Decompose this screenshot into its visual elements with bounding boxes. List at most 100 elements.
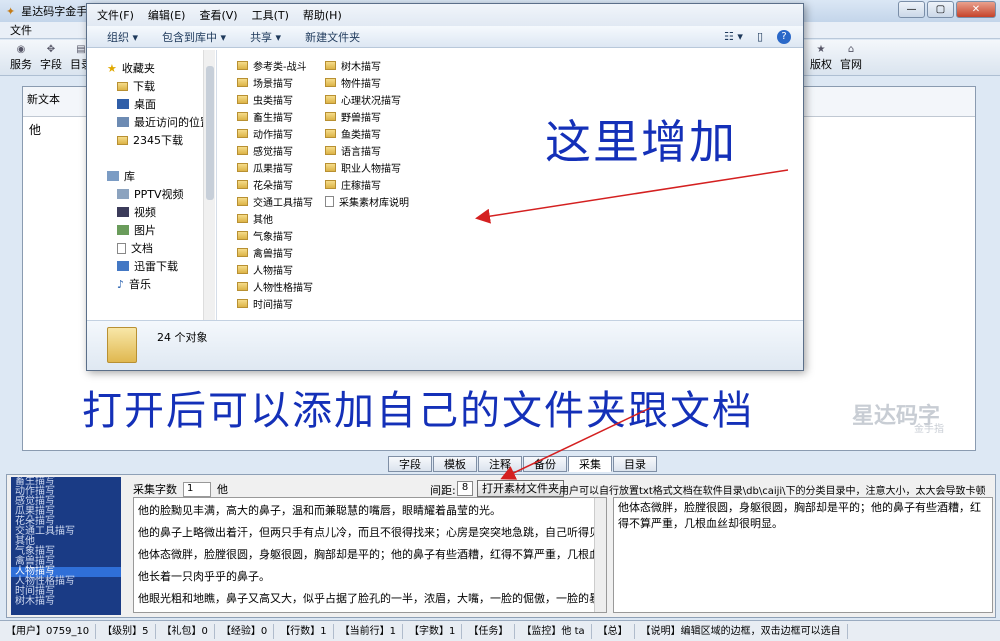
tab-collect[interactable]: 采集 (568, 456, 612, 472)
tab-field[interactable]: 字段 (388, 456, 432, 472)
toolbar-copyright-button[interactable]: ★ 版权 (810, 44, 832, 72)
nav-2345[interactable]: 2345下载 (117, 132, 183, 148)
open-material-folder-button[interactable]: 打开素材文件夹 (477, 480, 564, 497)
collect-hint: 用户可以自行放置txt格式文档在软件目录\db\caiji\下的分类目录中，注意… (559, 486, 986, 497)
picture-icon (117, 225, 129, 235)
file-item[interactable]: 感觉描写 (237, 143, 293, 158)
file-item[interactable]: 畜生描写 (237, 109, 293, 124)
status-lines: 【行数】1 (274, 623, 334, 639)
count-label: 采集字数 (133, 483, 177, 496)
nav-documents[interactable]: 文档 (117, 240, 153, 256)
navigation-pane: ★ 收藏夹 下载 桌面 最近访问的位置 2345下载 库 PPTV视频 视频 图片… (87, 50, 217, 320)
file-item[interactable]: 动作描写 (237, 126, 293, 141)
collect-preview-text[interactable]: 他体态微胖，脸膛很圆，身躯很圆，胸部却是平的；他的鼻子有些酒糟，红得不算严重，几… (613, 497, 993, 613)
collect-options: 采集字数 1 他 (133, 481, 228, 497)
status-current-line: 【当前行】1 (334, 623, 404, 639)
explorer-menubar: 文件(F) 编辑(E) 查看(V) 工具(T) 帮助(H) (87, 4, 803, 26)
file-item[interactable]: 时间描写 (237, 296, 293, 311)
file-item[interactable]: 语言描写 (325, 143, 381, 158)
status-level: 【级别】5 (96, 623, 156, 639)
folder-icon (237, 95, 248, 104)
star-icon: ★ (816, 44, 826, 55)
view-options-icon[interactable]: ☷ ▾ (724, 30, 743, 44)
nav-pptv[interactable]: PPTV视频 (117, 186, 184, 202)
file-item[interactable]: 庄稼描写 (325, 177, 381, 192)
file-item[interactable]: 鱼类描写 (325, 126, 381, 141)
file-item[interactable]: 树木描写 (325, 58, 381, 73)
toolbar-website-button[interactable]: ⌂ 官网 (840, 44, 862, 72)
explorer-window: 文件(F) 编辑(E) 查看(V) 工具(T) 帮助(H) 组织 ▾ 包含到库中… (86, 3, 804, 371)
explorer-menu-tools[interactable]: 工具(T) (252, 7, 289, 23)
rss-icon: ◉ (16, 44, 26, 55)
file-item[interactable]: 花朵描写 (237, 177, 293, 192)
file-item[interactable]: 野兽描写 (325, 109, 381, 124)
file-item[interactable]: 虫类描写 (237, 92, 293, 107)
file-item[interactable]: 气象描写 (237, 228, 293, 243)
nav-scrollbar[interactable] (203, 50, 215, 320)
file-item[interactable]: 人物描写 (237, 262, 293, 277)
file-item[interactable]: 职业人物描写 (325, 160, 401, 175)
status-chars: 【字数】1 (403, 623, 463, 639)
file-item[interactable]: 物件描写 (325, 75, 381, 90)
file-item[interactable]: 瓜果描写 (237, 160, 293, 175)
tab-backup[interactable]: 备份 (523, 456, 567, 472)
category-list[interactable]: 畜生描写 动作描写 感觉描写 瓜果描写 花朵描写 交通工具描写 其他 气象描写 … (11, 477, 121, 615)
tab-template[interactable]: 模板 (433, 456, 477, 472)
file-item[interactable]: 禽兽描写 (237, 245, 293, 260)
file-item[interactable]: 人物性格描写 (237, 279, 313, 294)
toolbar-field-button[interactable]: ✥ 字段 (40, 44, 62, 72)
file-item[interactable]: 交通工具描写 (237, 194, 313, 209)
nav-pictures[interactable]: 图片 (117, 222, 156, 238)
collect-panel: 畜生描写 动作描写 感觉描写 瓜果描写 花朵描写 交通工具描写 其他 气象描写 … (6, 474, 996, 618)
new-folder-button[interactable]: 新建文件夹 (305, 29, 360, 45)
nav-recent[interactable]: 最近访问的位置 (117, 114, 211, 130)
menu-file[interactable]: 文件 (10, 24, 32, 37)
nav-thunder[interactable]: 迅雷下载 (117, 258, 178, 274)
status-user: 【用户】0759_10 (0, 623, 97, 639)
object-count: 24 个对象 (157, 331, 208, 344)
explorer-menu-help[interactable]: 帮助(H) (303, 7, 342, 23)
gap-input[interactable]: 8 (457, 481, 473, 496)
explorer-menu-edit[interactable]: 编辑(E) (148, 7, 186, 23)
minimize-button[interactable]: — (898, 1, 925, 18)
share-button[interactable]: 共享 ▾ (250, 29, 281, 45)
folder-icon (237, 282, 248, 291)
bottom-tabbar: 字段 模板 注释 备份 采集 目录 (388, 456, 658, 472)
source-scrollbar[interactable] (594, 498, 606, 612)
explorer-command-bar: 组织 ▾ 包含到库中 ▾ 共享 ▾ 新建文件夹 ☷ ▾ ▯ ? (87, 26, 803, 48)
maximize-button[interactable]: ▢ (927, 1, 954, 18)
collect-source-text[interactable]: 他的脸黝见丰满，高大的鼻子，温和而兼聪慧的嘴唇，眼睛耀着晶莹的光。 他的鼻子上略… (133, 497, 607, 613)
file-item[interactable]: 场景描写 (237, 75, 293, 90)
watermark-sub: 金手指 (914, 424, 944, 435)
library-icon (107, 171, 119, 181)
folder-icon (237, 61, 248, 70)
folder-icon (325, 180, 336, 189)
nav-favorites[interactable]: ★ 收藏夹 (107, 60, 155, 76)
count-select[interactable]: 1 (183, 481, 211, 497)
folder-icon (237, 112, 248, 121)
file-item[interactable]: 参考类-战斗 (237, 58, 307, 73)
explorer-menu-file[interactable]: 文件(F) (97, 7, 134, 23)
star-icon: ★ (107, 61, 117, 75)
toolbar-service-button[interactable]: ◉ 服务 (10, 44, 32, 72)
category-item[interactable]: 树木描写 (11, 597, 121, 607)
organize-button[interactable]: 组织 ▾ (107, 29, 138, 45)
file-item[interactable]: 采集素材库说明 (325, 194, 409, 209)
nav-libraries[interactable]: 库 (107, 168, 135, 184)
preview-pane-icon[interactable]: ▯ (757, 30, 763, 44)
explorer-menu-view[interactable]: 查看(V) (199, 7, 237, 23)
folder-icon (117, 135, 128, 145)
file-item[interactable]: 心理状况描写 (325, 92, 401, 107)
nav-scroll-thumb[interactable] (206, 66, 214, 200)
music-icon: ♪ (117, 277, 125, 291)
help-icon[interactable]: ? (777, 30, 791, 44)
tab-catalog[interactable]: 目录 (613, 456, 657, 472)
include-in-library-button[interactable]: 包含到库中 ▾ (162, 29, 226, 45)
file-item[interactable]: 其他 (237, 211, 273, 226)
close-button[interactable]: ✕ (956, 1, 996, 18)
nav-videos[interactable]: 视频 (117, 204, 156, 220)
nav-desktop[interactable]: 桌面 (117, 96, 156, 112)
tab-notes[interactable]: 注释 (478, 456, 522, 472)
nav-downloads[interactable]: 下载 (117, 78, 155, 94)
nav-music[interactable]: ♪ 音乐 (117, 276, 151, 292)
